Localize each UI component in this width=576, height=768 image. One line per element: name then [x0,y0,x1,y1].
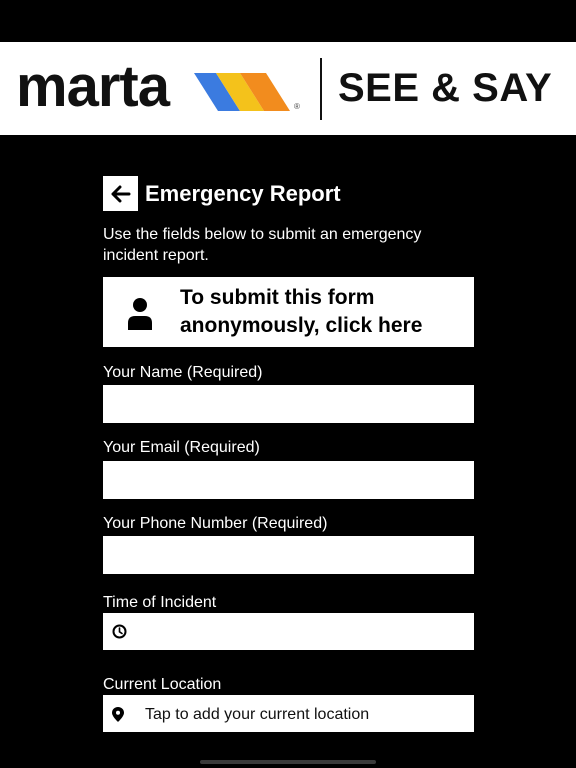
time-label: Time of Incident [103,594,217,611]
clock-icon [112,624,127,639]
header-divider [320,58,322,120]
app-header: marta ® SEE & SAY [0,42,576,135]
location-label: Current Location [103,676,222,693]
marta-logo: marta [16,54,170,119]
person-icon [128,298,152,330]
anonymous-report-button[interactable]: To submit this form anonymously, click h… [103,277,474,347]
location-placeholder: Tap to add your current location [145,706,370,723]
name-input[interactable] [103,385,474,423]
time-input[interactable] [103,613,474,650]
page-description: Use the fields below to submit an emerge… [103,226,422,264]
location-pin-icon [112,707,124,722]
home-indicator[interactable] [200,760,376,764]
phone-input[interactable] [103,536,474,574]
arrow-left-icon [111,185,130,202]
registered-mark: ® [294,102,300,111]
marta-stripes-logo [194,73,290,111]
location-input[interactable]: Tap to add your current location [103,695,474,732]
back-button[interactable] [103,176,138,211]
email-input[interactable] [103,461,474,499]
anonymous-report-text: To submit this form anonymously, click h… [180,286,423,337]
see-say-title: SEE & SAY [338,66,553,110]
email-label: Your Email (Required) [103,439,260,456]
phone-label: Your Phone Number (Required) [103,515,328,532]
name-label: Your Name (Required) [103,364,263,381]
page-title: Emergency Report [145,181,341,206]
